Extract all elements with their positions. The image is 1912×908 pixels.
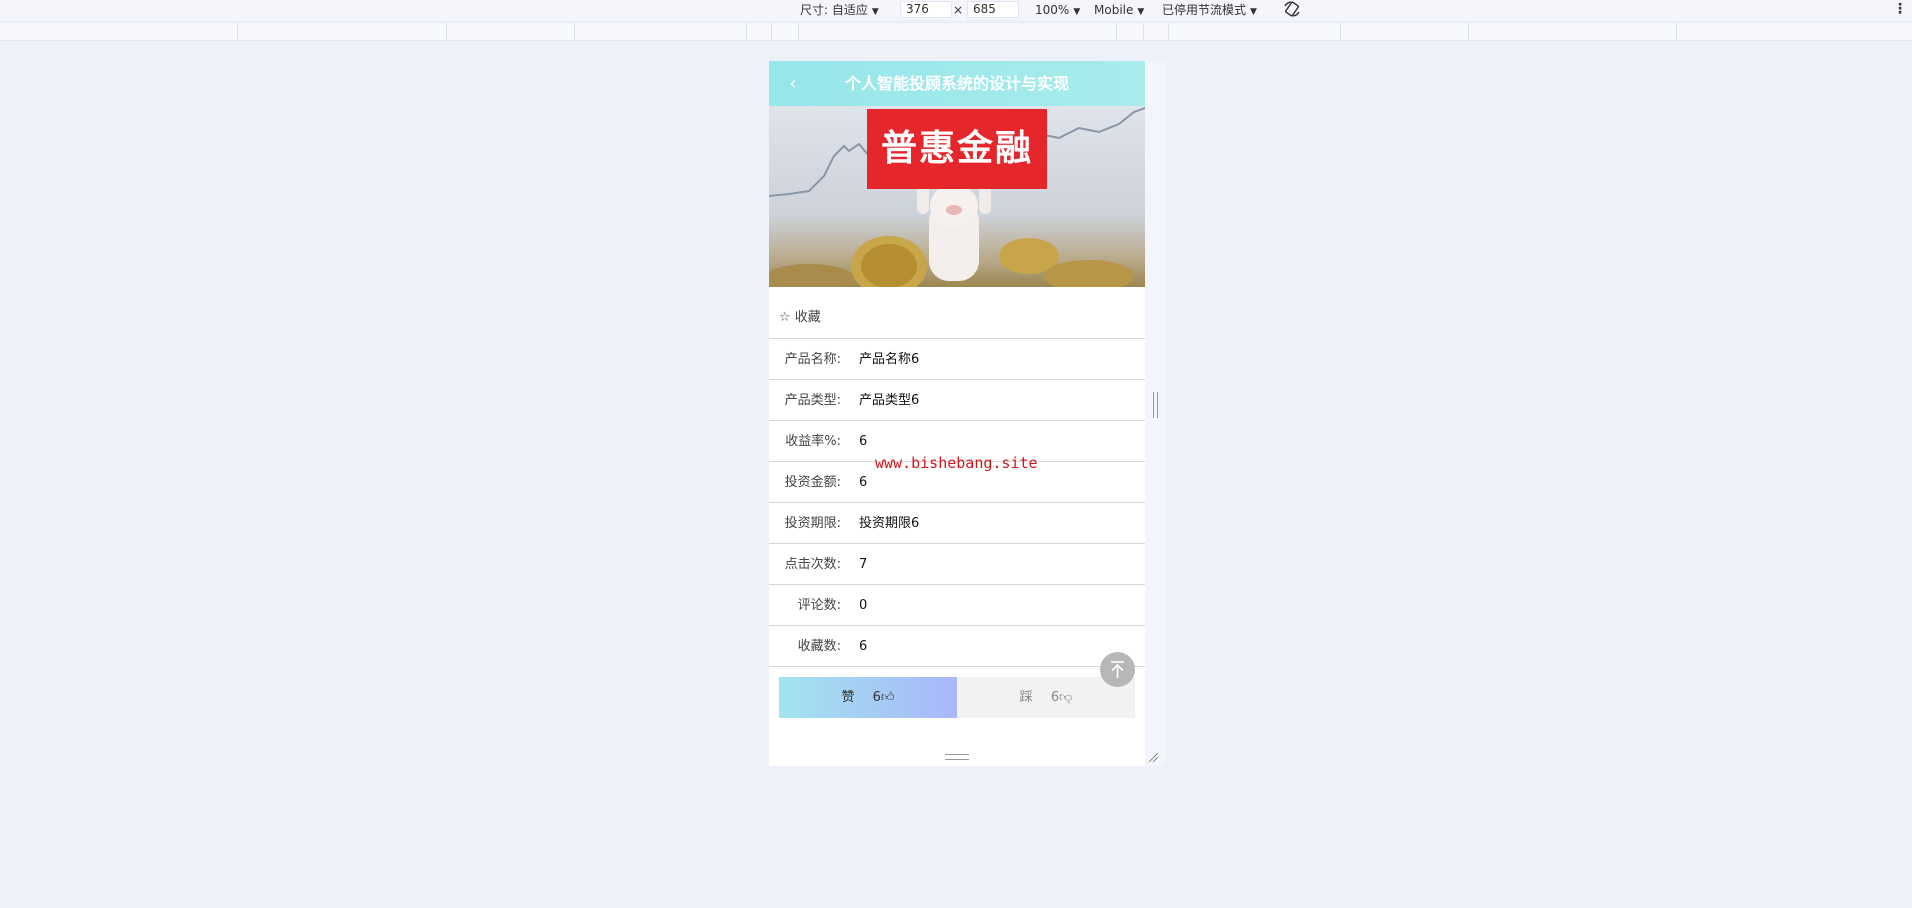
back-arrow-icon[interactable]: ‹ [783, 61, 803, 106]
devtools-toolbar: 尺寸: 自适应 ▼ 376 × 685 100% ▼ Mobile ▼ 已停用节流模式… [0, 0, 1912, 20]
detail-label: 产品名称: [784, 352, 841, 367]
page-title: 个人智能投顾系统的设计与实现 [844, 74, 1069, 93]
more-vert-icon[interactable]: ⋮ [1893, 1, 1907, 17]
ruler-segment[interactable] [574, 23, 575, 41]
detail-value: 投资期限6 [859, 516, 920, 531]
detail-label: 产品类型: [784, 393, 841, 408]
zoom-dropdown[interactable]: 100% ▼ [1035, 2, 1080, 20]
detail-value: 6 [859, 475, 868, 490]
detail-label: 点击次数: [784, 557, 841, 572]
throttle-dropdown[interactable]: 已停用节流模式 ▼ [1162, 2, 1257, 20]
arrow-up-icon [1111, 661, 1124, 678]
favorite-button[interactable]: ☆ 收藏 [769, 297, 1145, 339]
ruler-segment[interactable] [798, 23, 799, 41]
detail-row-name: 产品名称: 产品名称6 [769, 339, 1145, 380]
dislike-label: 踩 [1019, 690, 1033, 705]
device-dropdown[interactable]: Mobile ▼ [1094, 2, 1144, 20]
vote-area: 赞 6👍︎ 踩 6👎︎ [779, 677, 1135, 718]
rotate-icon[interactable] [1282, 0, 1302, 18]
detail-label: 评论数: [797, 598, 841, 613]
ruler-segment[interactable] [446, 23, 447, 41]
detail-value: 6 [859, 639, 868, 654]
dislike-count: 6 [1050, 690, 1060, 705]
detail-value: 7 [859, 557, 868, 572]
thumbs-down-icon: 👎︎ [1059, 690, 1073, 705]
detail-value: 0 [859, 598, 868, 613]
viewport-height-resize-handle[interactable] [945, 754, 969, 760]
back-to-top-button[interactable] [1100, 652, 1135, 687]
detail-row-type: 产品类型: 产品类型6 [769, 380, 1145, 421]
detail-row-comments: 评论数: 0 [769, 585, 1145, 626]
product-banner-image: 普惠金融 [769, 106, 1145, 287]
chevron-down-icon: ▼ [871, 7, 879, 17]
ruler-segment[interactable] [746, 23, 747, 41]
viewport-width-resize-handle[interactable] [1153, 392, 1158, 418]
detail-label: 收益率%: [785, 434, 841, 449]
mobile-viewport: ‹ 个人智能投顾系统的设计与实现 普惠金融 ☆ 收藏 产品名称: 产品名称6 产… [769, 61, 1145, 766]
like-count: 6 [872, 690, 881, 705]
detail-row-favorites: 收藏数: 6 [769, 626, 1145, 667]
ruler-segment[interactable] [1168, 23, 1169, 41]
chevron-down-icon: ▼ [1137, 7, 1145, 17]
chevron-down-icon: ▼ [1250, 7, 1257, 17]
ruler-segment[interactable] [1340, 23, 1341, 41]
ruler-segment[interactable] [237, 23, 238, 41]
app-header: ‹ 个人智能投顾系统的设计与实现 [769, 61, 1145, 106]
ruler-segment[interactable] [1143, 23, 1144, 41]
thumbs-up-icon: 👍︎ [880, 690, 895, 705]
width-input[interactable]: 376 [900, 1, 952, 18]
detail-value: 产品名称6 [859, 352, 920, 367]
detail-value: 6 [859, 434, 868, 449]
detail-label: 投资金额: [784, 475, 841, 490]
size-dropdown[interactable]: 尺寸: 自适应 ▼ [800, 2, 879, 20]
height-input[interactable]: 685 [967, 1, 1019, 18]
detail-label: 收藏数: [797, 639, 841, 654]
detail-row-clicks: 点击次数: 7 [769, 544, 1145, 585]
zoom-label: 100% [1035, 3, 1070, 17]
watermark: www.bishebang.site [875, 454, 1038, 472]
size-label: 尺寸: 自适应 [800, 3, 868, 17]
ruler-segment[interactable] [1116, 23, 1117, 41]
media-query-ruler [0, 22, 1912, 41]
like-label: 赞 [841, 690, 855, 705]
detail-value: 产品类型6 [859, 393, 920, 408]
ruler-segment[interactable] [771, 23, 772, 41]
ruler-segment[interactable] [1676, 23, 1677, 41]
chevron-down-icon: ▼ [1073, 7, 1081, 17]
viewport-corner-resize-handle[interactable] [1147, 751, 1159, 763]
throttle-label: 已停用节流模式 [1162, 3, 1247, 17]
ruler-segment[interactable] [1468, 23, 1469, 41]
like-button[interactable]: 赞 6👍︎ [779, 677, 957, 718]
detail-label: 投资期限: [784, 516, 841, 531]
detail-row-term: 投资期限: 投资期限6 [769, 503, 1145, 544]
banner-sign: 普惠金融 [867, 109, 1047, 189]
times-symbol: × [953, 3, 964, 17]
favorite-label: ☆ 收藏 [779, 310, 821, 325]
device-label: Mobile [1094, 3, 1134, 17]
